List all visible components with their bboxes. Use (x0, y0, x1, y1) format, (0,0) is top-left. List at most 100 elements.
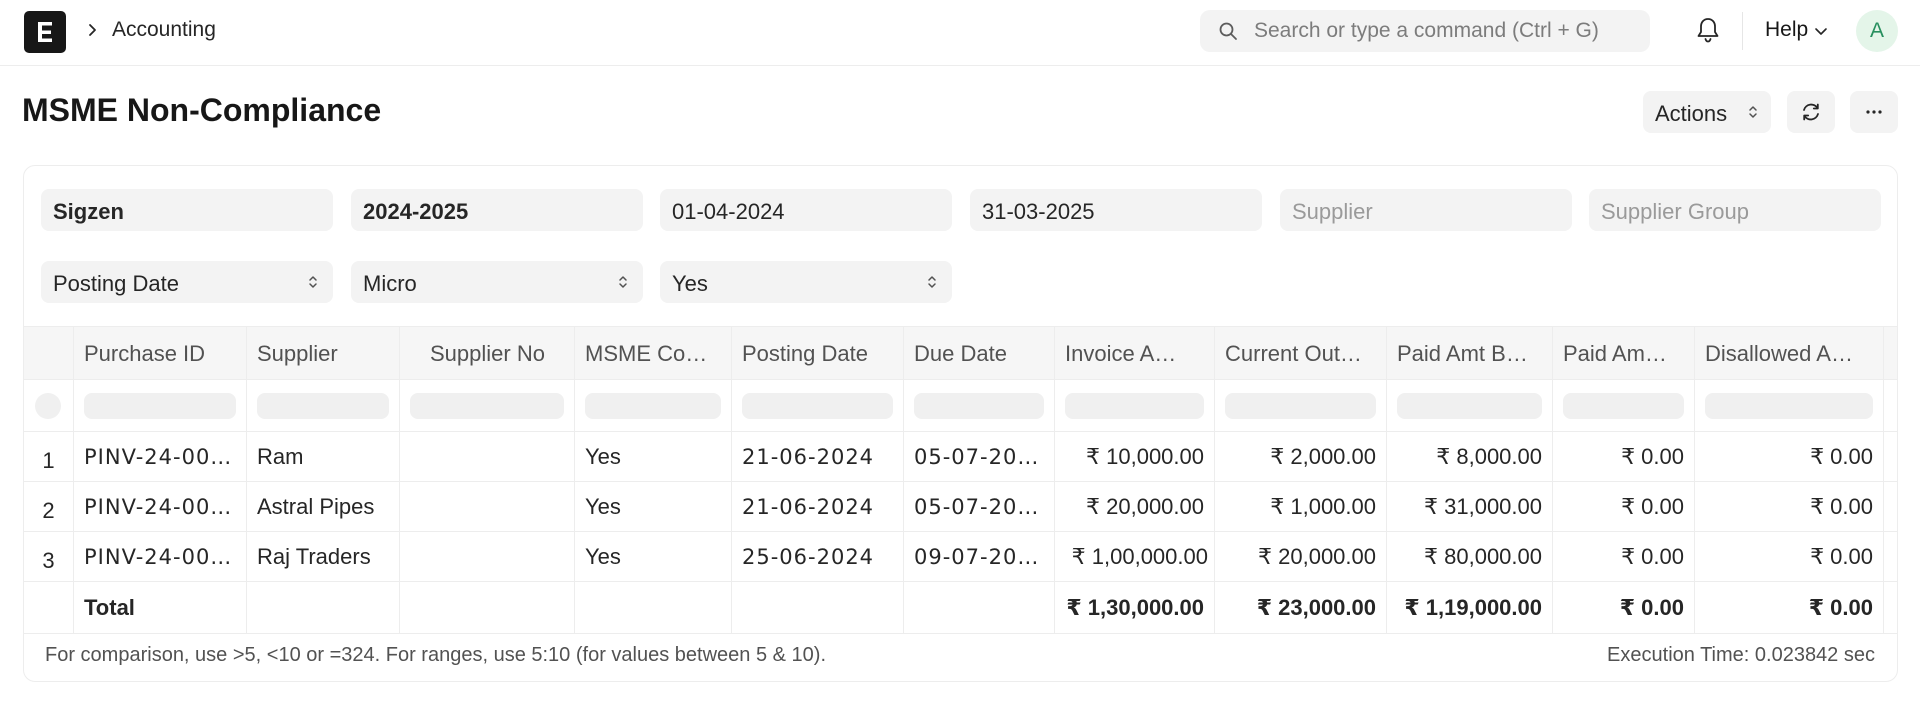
to-date-filter[interactable]: 31-03-2025 (970, 189, 1262, 231)
app-logo[interactable] (24, 11, 66, 53)
column-header[interactable]: MSME Co… (575, 327, 732, 379)
chevron-down-icon[interactable] (1814, 26, 1828, 38)
date-based-on-select[interactable]: Posting Date (41, 261, 333, 303)
purchase-id-cell[interactable]: PINV-24-00… (74, 532, 247, 581)
column-header[interactable]: Purchase ID (74, 327, 247, 379)
from-date-filter-value: 01-04-2024 (672, 199, 785, 224)
invoice-amount-cell[interactable]: ₹ 1,00,000.00 (1055, 532, 1215, 581)
actions-button[interactable]: Actions (1643, 91, 1771, 133)
notification-bell-icon[interactable] (1695, 16, 1721, 44)
paid-amt-after-cell[interactable]: ₹ 0.00 (1553, 482, 1695, 531)
msme-compliance-cell[interactable]: Yes (575, 432, 732, 481)
from-date-filter[interactable]: 01-04-2024 (660, 189, 952, 231)
column-header[interactable]: Paid Am… (1553, 327, 1695, 379)
column-filter-input[interactable] (914, 393, 1044, 419)
column-header[interactable]: Due Date (904, 327, 1055, 379)
row-index: 3 (24, 532, 74, 581)
invoice-amount-cell[interactable]: ₹ 10,000.00 (1055, 432, 1215, 481)
filter-cell (575, 380, 732, 431)
table-row[interactable]: 2 PINV-24-00… Astral Pipes Yes 21-06-202… (24, 482, 1897, 532)
table-filter-row (24, 380, 1897, 432)
column-header[interactable]: Current Out… (1215, 327, 1387, 379)
company-filter[interactable]: Sigzen (41, 189, 333, 231)
due-date-cell[interactable]: 05-07-20… (904, 482, 1055, 531)
column-filter-input[interactable] (585, 393, 721, 419)
disallowed-amount-cell[interactable]: ₹ 0.00 (1695, 482, 1884, 531)
column-filter-input[interactable] (1705, 393, 1873, 419)
more-horizontal-icon (1866, 110, 1882, 114)
disallowed-amount-cell[interactable]: ₹ 0.00 (1695, 532, 1884, 581)
column-filter-input[interactable] (84, 393, 236, 419)
more-options-button[interactable] (1850, 91, 1898, 133)
to-date-filter-value: 31-03-2025 (982, 199, 1095, 224)
filter-cell (904, 380, 1055, 431)
current-outstanding-cell[interactable]: ₹ 2,000.00 (1215, 432, 1387, 481)
msme-compliance-cell[interactable]: Yes (575, 482, 732, 531)
row-index-header (24, 327, 74, 379)
breadcrumb-accounting[interactable]: Accounting (112, 18, 216, 42)
select-updown-icon (928, 276, 936, 288)
refresh-button[interactable] (1787, 91, 1835, 133)
row-index: 2 (24, 482, 74, 531)
posting-date-cell[interactable]: 21-06-2024 (732, 482, 904, 531)
posting-date-cell[interactable]: 21-06-2024 (732, 432, 904, 481)
fiscal-year-filter[interactable]: 2024-2025 (351, 189, 643, 231)
purchase-id-cell[interactable]: PINV-24-00… (74, 482, 247, 531)
supplier-filter[interactable]: Supplier (1280, 189, 1572, 231)
page-title: MSME Non-Compliance (22, 92, 382, 128)
column-filter-input[interactable] (742, 393, 893, 419)
column-header[interactable]: Posting Date (732, 327, 904, 379)
paid-amt-after-cell[interactable]: ₹ 0.00 (1553, 532, 1695, 581)
column-header[interactable]: Disallowed A… (1695, 327, 1884, 379)
user-avatar[interactable]: A (1856, 10, 1898, 52)
refresh-icon (1803, 103, 1819, 121)
supplier-no-cell[interactable] (400, 482, 575, 531)
column-filter-input[interactable] (1065, 393, 1204, 419)
supplier-cell[interactable]: Astral Pipes (247, 482, 400, 531)
msme-compliance-cell[interactable]: Yes (575, 532, 732, 581)
current-outstanding-cell[interactable]: ₹ 1,000.00 (1215, 482, 1387, 531)
paid-amt-before-cell[interactable]: ₹ 80,000.00 (1387, 532, 1553, 581)
posting-date-cell[interactable]: 25-06-2024 (732, 532, 904, 581)
compliance-value: Yes (672, 271, 708, 296)
supplier-no-cell[interactable] (400, 432, 575, 481)
paid-amt-before-cell[interactable]: ₹ 31,000.00 (1387, 482, 1553, 531)
column-filter-input[interactable] (257, 393, 389, 419)
column-filter-input[interactable] (1225, 393, 1376, 419)
help-menu[interactable]: Help (1765, 18, 1808, 42)
paid-amt-after-cell[interactable]: ₹ 0.00 (1553, 432, 1695, 481)
table-total-row: Total ₹ 1,30,000.00 ₹ 23,000.00 ₹ 1,19,0… (24, 582, 1897, 634)
supplier-cell[interactable]: Raj Traders (247, 532, 400, 581)
due-date-cell[interactable]: 05-07-20… (904, 432, 1055, 481)
column-header[interactable]: Invoice A… (1055, 327, 1215, 379)
paid-amt-before-cell[interactable]: ₹ 8,000.00 (1387, 432, 1553, 481)
disallowed-amount-cell[interactable]: ₹ 0.00 (1695, 432, 1884, 481)
column-header[interactable]: Supplier No (400, 327, 575, 379)
compliance-select[interactable]: Yes (660, 261, 952, 303)
total-empty-cell (400, 582, 575, 633)
supplier-cell[interactable]: Ram (247, 432, 400, 481)
due-date-cell[interactable]: 09-07-20… (904, 532, 1055, 581)
current-outstanding-cell[interactable]: ₹ 20,000.00 (1215, 532, 1387, 581)
msme-type-value: Micro (363, 271, 417, 296)
supplier-group-filter[interactable]: Supplier Group (1589, 189, 1881, 231)
invoice-amount-cell[interactable]: ₹ 20,000.00 (1055, 482, 1215, 531)
filter-cell (247, 380, 400, 431)
msme-type-select[interactable]: Micro (351, 261, 643, 303)
search-icon (1219, 22, 1237, 40)
table-row[interactable]: 1 PINV-24-00… Ram Yes 21-06-2024 05-07-2… (24, 432, 1897, 482)
column-header[interactable]: Supplier (247, 327, 400, 379)
column-header[interactable]: Paid Amt B… (1387, 327, 1553, 379)
search-bar[interactable] (1200, 10, 1650, 52)
table-header-row: Purchase ID Supplier Supplier No MSME Co… (24, 326, 1897, 380)
table-row[interactable]: 3 PINV-24-00… Raj Traders Yes 25-06-2024… (24, 532, 1897, 582)
column-filter-input[interactable] (410, 393, 564, 419)
purchase-id-cell[interactable]: PINV-24-00… (74, 432, 247, 481)
search-input[interactable] (1254, 10, 1634, 52)
total-empty-cell (904, 582, 1055, 633)
supplier-no-cell[interactable] (400, 532, 575, 581)
column-filter-input[interactable] (1397, 393, 1542, 419)
column-filter-input[interactable] (1563, 393, 1684, 419)
total-empty-cell (732, 582, 904, 633)
select-all-checkbox[interactable] (35, 393, 61, 419)
